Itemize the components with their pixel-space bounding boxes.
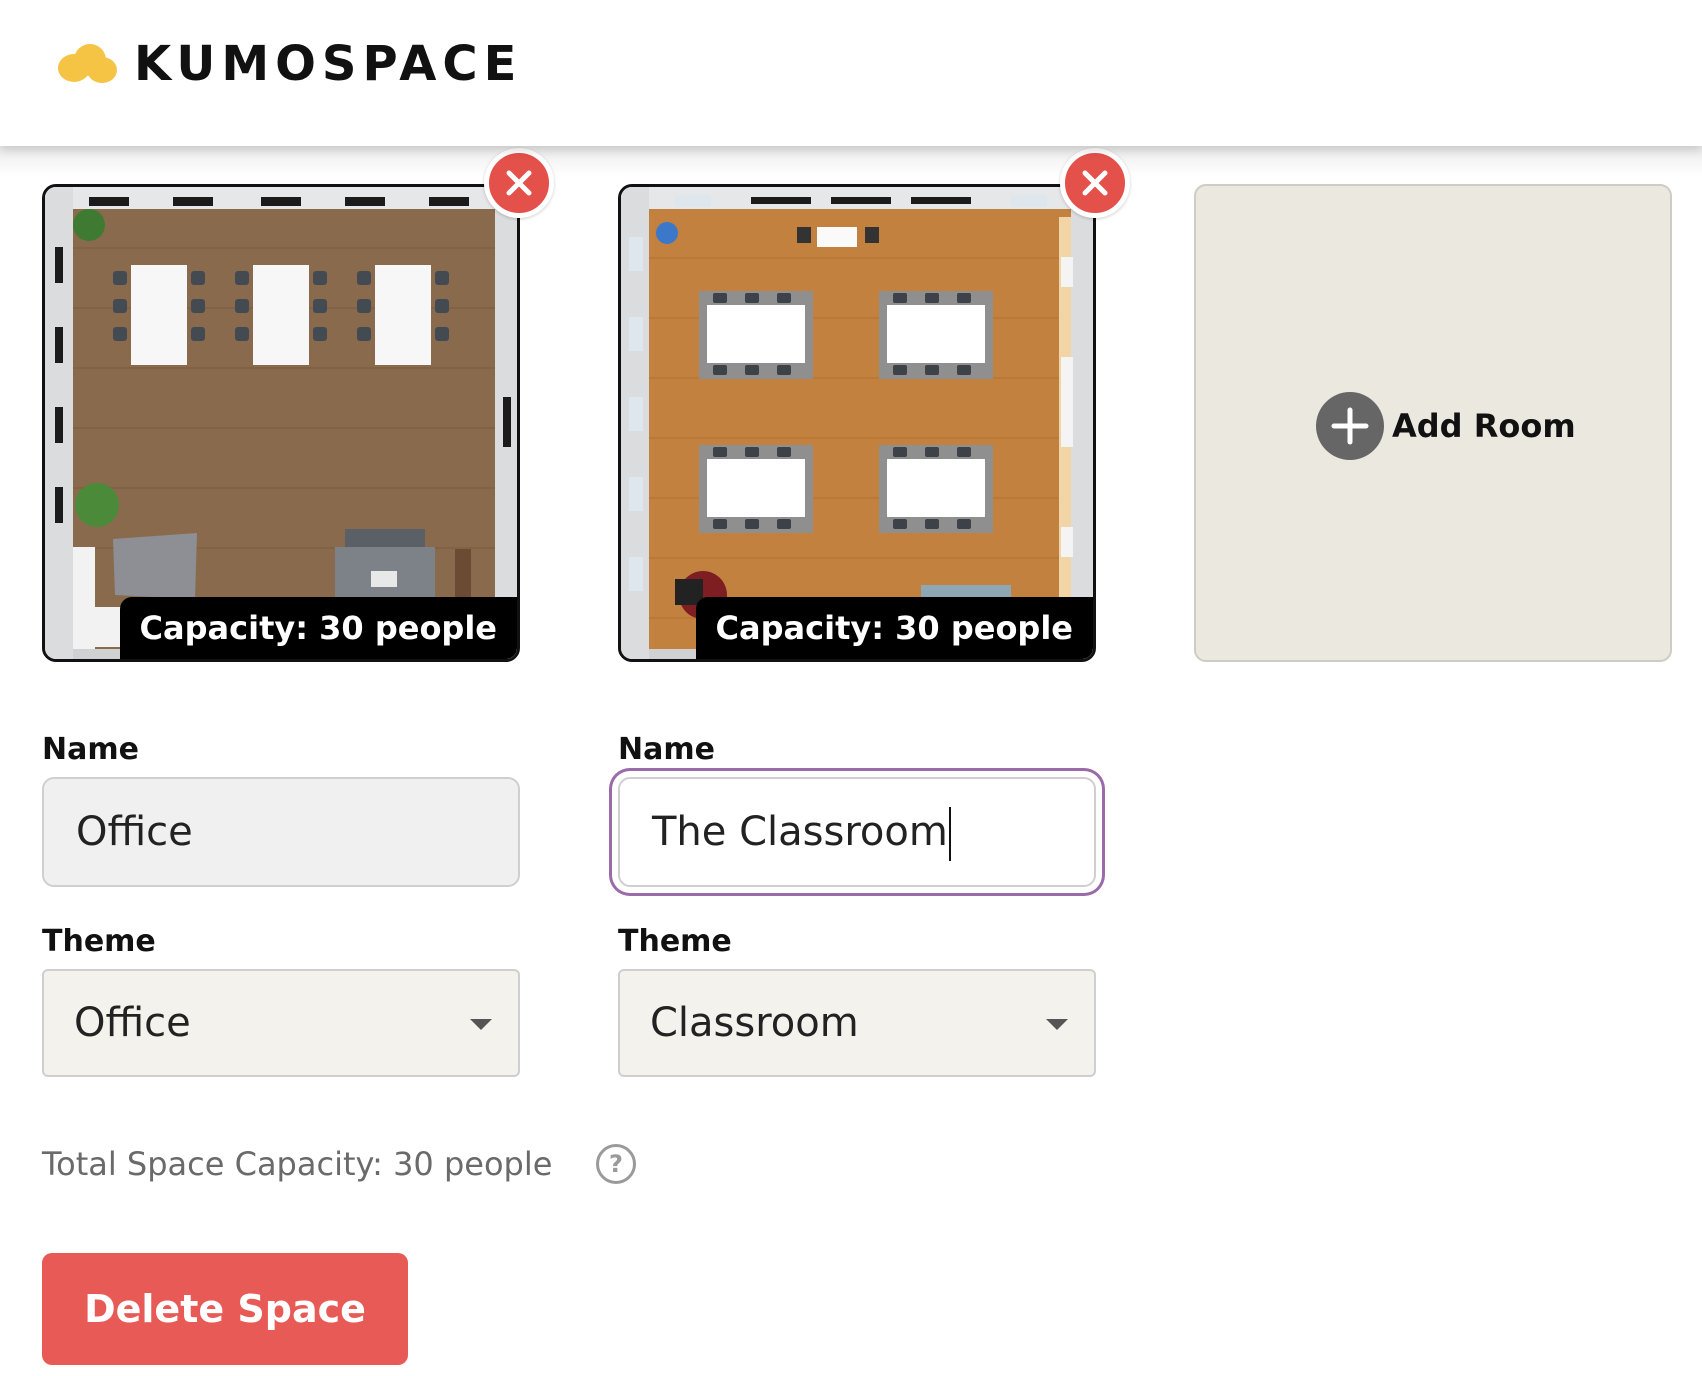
room-capacity-badge: Capacity: 30 people — [119, 597, 517, 659]
chevron-down-icon — [1046, 1019, 1068, 1030]
brand-name[interactable]: KUMOSPACE — [134, 36, 522, 92]
remove-room-classroom-button[interactable] — [1060, 148, 1130, 218]
theme-selected-value: Office — [74, 1000, 191, 1046]
cloud-icon — [58, 44, 117, 83]
office-floorplan-image — [45, 187, 517, 659]
room-name-input-office[interactable]: Office — [42, 777, 520, 887]
close-icon — [1082, 170, 1108, 196]
chevron-down-icon — [470, 1019, 492, 1030]
app-header: KUMOSPACE — [0, 0, 1702, 146]
text-cursor — [948, 807, 951, 861]
theme-label: Theme — [618, 924, 732, 959]
help-icon[interactable]: ? — [596, 1144, 636, 1184]
room-name-label: Name — [618, 732, 715, 767]
theme-select-classroom[interactable]: Classroom — [618, 969, 1096, 1077]
theme-label: Theme — [42, 924, 156, 959]
room-preview-office[interactable]: Capacity: 30 people — [42, 184, 520, 662]
room-name-value: The Classroom — [652, 809, 948, 855]
theme-selected-value: Classroom — [650, 1000, 859, 1046]
delete-space-button[interactable]: Delete Space — [42, 1253, 408, 1365]
header-shadow — [0, 146, 1702, 176]
remove-room-office-button[interactable] — [484, 148, 554, 218]
close-icon — [506, 170, 532, 196]
add-room-button[interactable]: Add Room — [1194, 184, 1672, 662]
add-room-label: Add Room — [1392, 407, 1576, 445]
theme-select-office[interactable]: Office — [42, 969, 520, 1077]
room-capacity-badge: Capacity: 30 people — [695, 597, 1093, 659]
room-name-input-classroom[interactable]: The Classroom — [618, 777, 1096, 887]
room-name-label: Name — [42, 732, 139, 767]
room-preview-classroom[interactable]: Capacity: 30 people — [618, 184, 1096, 662]
total-space-capacity: Total Space Capacity: 30 people — [42, 1145, 553, 1183]
classroom-floorplan-image — [621, 187, 1093, 659]
plus-icon — [1316, 392, 1384, 460]
